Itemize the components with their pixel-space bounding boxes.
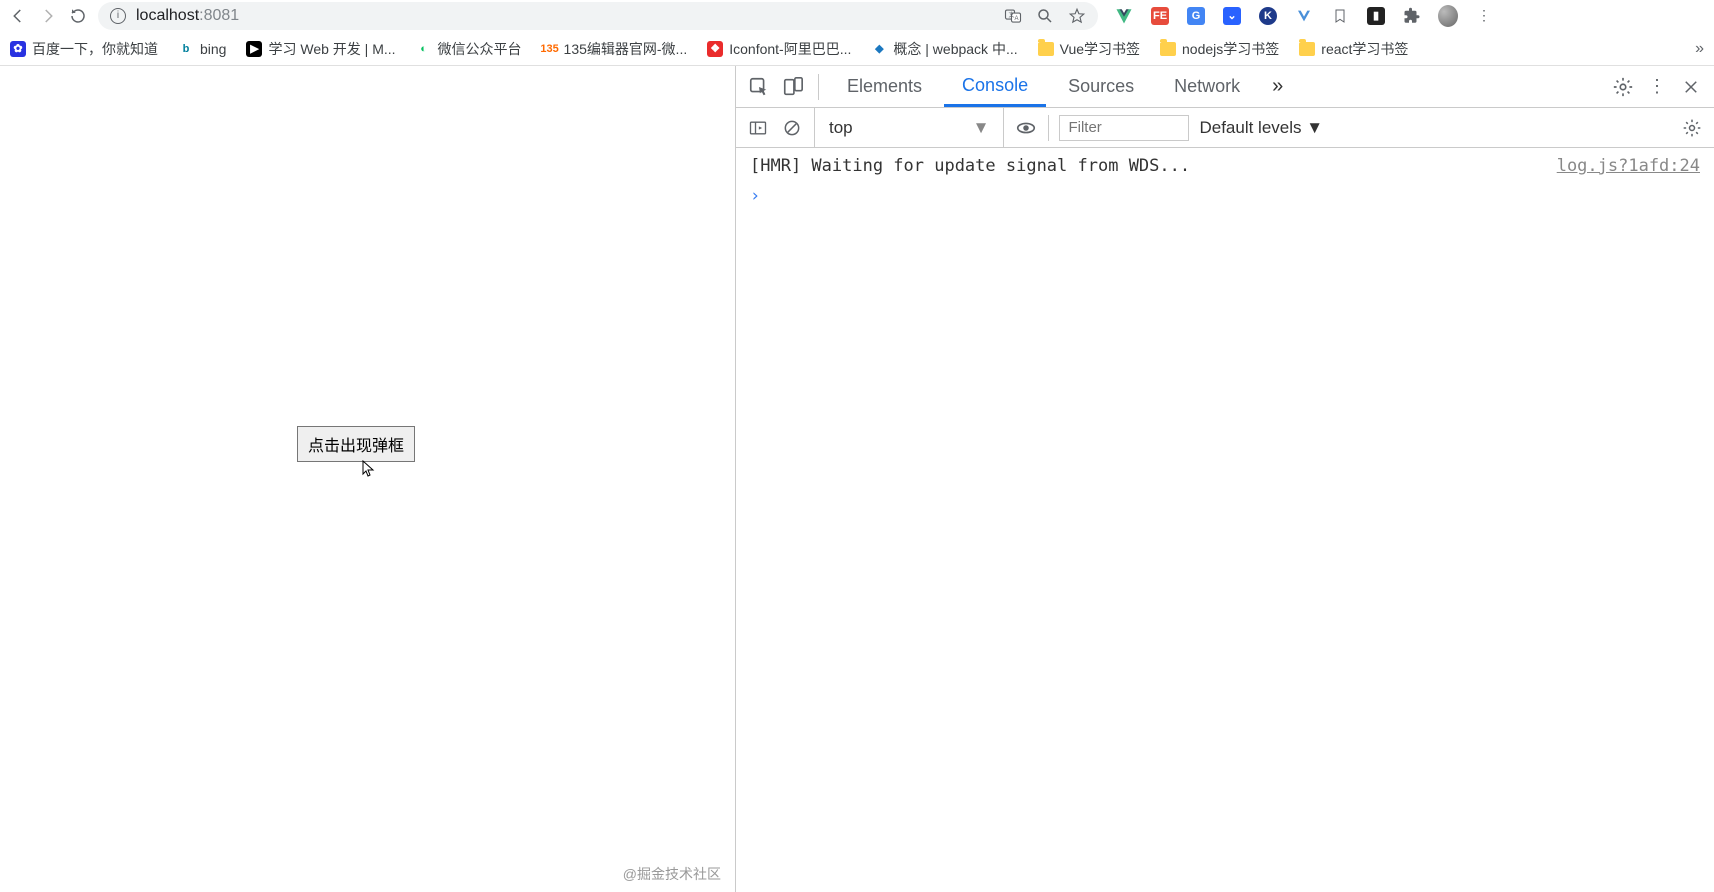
favicon: b	[178, 41, 194, 57]
browser-address-bar: i localhost:8081 文A FE G ⌄ K ▮ ⋮	[0, 0, 1714, 32]
execution-context-selector[interactable]: top▼	[814, 108, 1004, 147]
tab-sources[interactable]: Sources	[1050, 66, 1152, 107]
bookmark-item-2[interactable]: ▶ 学习 Web 开发 | M...	[246, 39, 395, 59]
console-log-line: [HMR] Waiting for update signal from WDS…	[750, 156, 1700, 176]
console-filter-input[interactable]	[1059, 115, 1189, 141]
log-source-link[interactable]: log.js?1afd:24	[1557, 156, 1700, 176]
favicon: ❖	[707, 41, 723, 57]
watermark-text: @掘金技术社区	[623, 864, 721, 884]
site-info-icon[interactable]: i	[110, 8, 126, 24]
console-sidebar-toggle-icon[interactable]	[746, 116, 770, 140]
ext-gtranslate-icon[interactable]: G	[1186, 6, 1206, 26]
omnibox-actions: 文A	[1004, 7, 1086, 25]
tabs-overflow-button[interactable]: »	[1262, 75, 1293, 98]
live-expression-icon[interactable]	[1014, 116, 1038, 140]
bookmark-item-6[interactable]: ◆ 概念 | webpack 中...	[871, 39, 1017, 59]
profile-avatar[interactable]	[1438, 6, 1458, 26]
bookmark-item-8[interactable]: nodejs学习书签	[1160, 39, 1279, 59]
bookmarks-overflow-button[interactable]: »	[1695, 40, 1704, 58]
bookmark-item-9[interactable]: react学习书签	[1299, 39, 1408, 59]
popup-trigger-button[interactable]: 点击出现弹框	[297, 426, 415, 462]
inspect-element-icon[interactable]	[744, 72, 774, 102]
folder-icon	[1299, 42, 1315, 56]
console-settings-icon[interactable]	[1680, 116, 1704, 140]
log-message-text: [HMR] Waiting for update signal from WDS…	[750, 156, 1547, 176]
bookmark-label: Vue学习书签	[1060, 39, 1140, 59]
mouse-cursor-icon	[362, 460, 376, 478]
ext-blue-icon[interactable]: ⌄	[1222, 6, 1242, 26]
reload-button[interactable]	[68, 6, 88, 26]
bookmark-label: react学习书签	[1321, 39, 1408, 59]
bookmark-item-5[interactable]: ❖ Iconfont-阿里巴巴...	[707, 39, 851, 59]
favicon: ✿	[10, 41, 26, 57]
bookmark-label: Iconfont-阿里巴巴...	[729, 39, 851, 59]
devtools-settings-icon[interactable]	[1608, 72, 1638, 102]
device-toolbar-icon[interactable]	[778, 72, 808, 102]
devtools-panel: Elements Console Sources Network » ⋮ top…	[735, 66, 1714, 892]
devtools-menu-button[interactable]: ⋮	[1642, 72, 1672, 102]
omnibox[interactable]: i localhost:8081 文A	[98, 2, 1098, 30]
devtools-tabstrip: Elements Console Sources Network » ⋮	[736, 66, 1714, 108]
url-text: localhost:8081	[136, 7, 239, 25]
favicon: 135	[542, 41, 558, 57]
console-prompt[interactable]: ›	[750, 186, 1700, 206]
nav-forward-button[interactable]	[38, 6, 58, 26]
star-icon[interactable]	[1068, 7, 1086, 25]
bookmark-item-1[interactable]: bbing	[178, 41, 226, 57]
extensions-puzzle-icon[interactable]	[1402, 6, 1422, 26]
console-toolbar: top▼ Default levels ▼	[736, 108, 1714, 148]
bookmark-label: 135编辑器官网-微...	[564, 39, 688, 59]
bookmark-item-4[interactable]: 135 135编辑器官网-微...	[542, 39, 688, 59]
bookmark-label: 百度一下，你就知道	[32, 39, 158, 59]
log-levels-selector[interactable]: Default levels ▼	[1199, 118, 1323, 138]
folder-icon	[1160, 42, 1176, 56]
folder-icon	[1038, 42, 1054, 56]
ext-k-icon[interactable]: K	[1258, 6, 1278, 26]
console-output: [HMR] Waiting for update signal from WDS…	[736, 148, 1714, 892]
translate-icon[interactable]: 文A	[1004, 7, 1022, 25]
bookmark-label: bing	[200, 41, 226, 57]
favicon: ◐	[416, 41, 432, 57]
bookmark-item-7[interactable]: Vue学习书签	[1038, 39, 1140, 59]
bookmarks-bar: ✿ 百度一下，你就知道 bbing ▶ 学习 Web 开发 | M... ◐ 微信公众平台 1…	[0, 32, 1714, 66]
browser-menu-button[interactable]: ⋮	[1474, 6, 1494, 26]
page-viewport: 点击出现弹框 @掘金技术社区	[0, 66, 735, 892]
bookmark-label: 学习 Web 开发 | M...	[268, 39, 395, 59]
ext-dark-icon[interactable]: ▮	[1366, 6, 1386, 26]
bookmark-item-3[interactable]: ◐ 微信公众平台	[416, 39, 522, 59]
bookmark-item-0[interactable]: ✿ 百度一下，你就知道	[10, 39, 158, 59]
svg-text:文: 文	[1009, 10, 1015, 18]
ext-v-icon[interactable]	[1294, 6, 1314, 26]
devtools-close-button[interactable]	[1676, 72, 1706, 102]
bookmark-label: 微信公众平台	[438, 39, 522, 59]
extension-icons: FE G ⌄ K ▮ ⋮	[1108, 6, 1500, 26]
favicon: ◆	[871, 41, 887, 57]
ext-fe-icon[interactable]: FE	[1150, 6, 1170, 26]
content-split: 点击出现弹框 @掘金技术社区 Elements Console Sources …	[0, 66, 1714, 892]
tab-network[interactable]: Network	[1156, 66, 1258, 107]
favicon: ▶	[246, 41, 262, 57]
bookmark-label: nodejs学习书签	[1182, 39, 1279, 59]
bookmark-outline-icon[interactable]	[1330, 6, 1350, 26]
tab-console[interactable]: Console	[944, 66, 1046, 107]
nav-back-button[interactable]	[8, 6, 28, 26]
svg-text:A: A	[1015, 15, 1019, 21]
clear-console-icon[interactable]	[780, 116, 804, 140]
zoom-icon[interactable]	[1036, 7, 1054, 25]
vue-devtools-icon[interactable]	[1114, 6, 1134, 26]
tab-elements[interactable]: Elements	[829, 66, 940, 107]
bookmark-label: 概念 | webpack 中...	[893, 39, 1017, 59]
